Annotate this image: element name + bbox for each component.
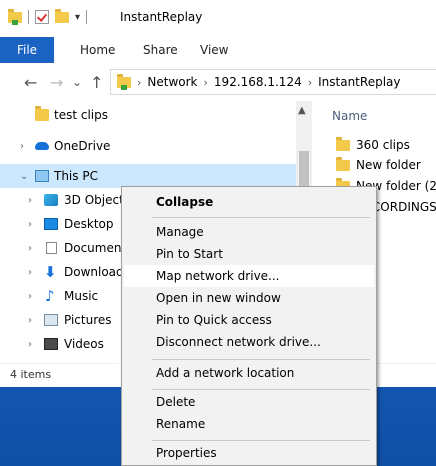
- menu-separator: [152, 389, 370, 390]
- folder-icon: [336, 156, 350, 171]
- folder-icon: [35, 106, 49, 121]
- file-item-label: New folder: [356, 158, 421, 172]
- forward-button[interactable]: →: [50, 73, 63, 92]
- pictures-icon: [44, 314, 58, 326]
- network-folder-icon: [8, 8, 22, 25]
- chevron-right-icon[interactable]: ›: [28, 195, 32, 206]
- tab-file[interactable]: File: [0, 37, 54, 63]
- nav-item-label: OneDrive: [54, 139, 111, 153]
- menu-item-map-network-drive[interactable]: Map network drive...: [124, 265, 374, 287]
- toolbar-divider: [28, 10, 29, 24]
- column-header-name[interactable]: Name: [332, 109, 367, 123]
- title-bar: ▾ InstantReplay: [0, 0, 436, 37]
- menu-separator: [152, 217, 370, 218]
- menu-item-properties[interactable]: Properties: [124, 442, 374, 464]
- menu-item-pin-to-start[interactable]: Pin to Start: [124, 243, 374, 265]
- toolbar-divider: [86, 10, 88, 24]
- chevron-right-icon[interactable]: ›: [28, 315, 32, 326]
- tab-home[interactable]: Home: [80, 37, 115, 63]
- navigation-bar: ← → ⌄ ↑ › Network › 192.168.1.124 › Inst…: [0, 63, 436, 101]
- chevron-right-icon: ›: [307, 75, 313, 89]
- documents-icon: [46, 242, 57, 254]
- downloads-icon: ⬇: [44, 263, 57, 281]
- nav-item-label: test clips: [54, 108, 108, 122]
- tab-view[interactable]: View: [200, 37, 228, 63]
- chevron-right-icon[interactable]: ›: [28, 243, 32, 254]
- chevron-right-icon[interactable]: ›: [28, 219, 32, 230]
- breadcrumb-folder[interactable]: InstantReplay: [318, 75, 400, 89]
- menu-separator: [152, 440, 370, 441]
- quick-access-toolbar: ▾: [8, 8, 88, 25]
- file-item-label: 360 clips: [356, 138, 410, 152]
- menu-item-rename[interactable]: Rename: [124, 413, 374, 435]
- computer-icon: [35, 170, 49, 182]
- chevron-right-icon[interactable]: ›: [28, 339, 32, 350]
- breadcrumb-network[interactable]: Network: [147, 75, 197, 89]
- videos-icon: [44, 338, 58, 350]
- file-item[interactable]: New folder: [336, 156, 421, 172]
- music-icon: ♪: [45, 287, 55, 305]
- chevron-right-icon: ›: [203, 75, 208, 89]
- nav-item-test-clips[interactable]: test clips: [0, 103, 312, 127]
- breadcrumb-host[interactable]: 192.168.1.124: [214, 75, 302, 89]
- 3d-objects-icon: [44, 194, 58, 206]
- folder-icon: [336, 136, 350, 151]
- menu-item-manage[interactable]: Manage: [124, 221, 374, 243]
- nav-item-this-pc[interactable]: ⌄ This PC: [0, 164, 312, 188]
- up-button[interactable]: ↑: [90, 73, 103, 92]
- scroll-up-icon[interactable]: ▲: [298, 105, 306, 116]
- menu-item-pin-to-quick-access[interactable]: Pin to Quick access: [124, 309, 374, 331]
- menu-item-collapse[interactable]: Collapse: [124, 191, 374, 213]
- chevron-right-icon[interactable]: ›: [28, 267, 32, 278]
- tab-share[interactable]: Share: [143, 37, 178, 63]
- file-item[interactable]: 360 clips: [336, 136, 410, 152]
- nav-item-label: Desktop: [64, 217, 114, 231]
- menu-item-disconnect-network-drive[interactable]: Disconnect network drive...: [124, 331, 374, 353]
- ribbon-tabs: File Home Share View: [0, 37, 436, 64]
- context-menu: Collapse Manage Pin to Start Map network…: [121, 186, 377, 466]
- address-bar[interactable]: › Network › 192.168.1.124 › InstantRepla…: [110, 69, 436, 95]
- customize-toolbar-icon[interactable]: ▾: [75, 12, 80, 23]
- cloud-icon: [35, 142, 49, 150]
- menu-item-delete[interactable]: Delete: [124, 391, 374, 413]
- menu-item-add-network-location[interactable]: Add a network location: [124, 362, 374, 384]
- new-folder-icon[interactable]: [55, 8, 69, 23]
- nav-item-onedrive[interactable]: › OneDrive: [0, 134, 312, 158]
- menu-item-open-in-new-window[interactable]: Open in new window: [124, 287, 374, 309]
- recent-locations-button[interactable]: ⌄: [72, 75, 82, 89]
- nav-item-label: Music: [64, 289, 99, 303]
- window-title: InstantReplay: [120, 10, 203, 24]
- menu-separator: [152, 359, 370, 360]
- chevron-right-icon[interactable]: ›: [20, 141, 24, 152]
- desktop-icon: [44, 218, 58, 230]
- back-button[interactable]: ←: [24, 73, 37, 92]
- chevron-right-icon[interactable]: ›: [28, 291, 32, 302]
- nav-item-label: Pictures: [64, 313, 112, 327]
- chevron-down-icon[interactable]: ⌄: [20, 171, 28, 182]
- network-folder-icon: [117, 73, 131, 90]
- chevron-right-icon: ›: [137, 75, 142, 89]
- item-count: 4 items: [10, 368, 52, 381]
- nav-item-label: Videos: [64, 337, 104, 351]
- nav-item-label: This PC: [54, 169, 98, 183]
- properties-icon[interactable]: [35, 10, 49, 24]
